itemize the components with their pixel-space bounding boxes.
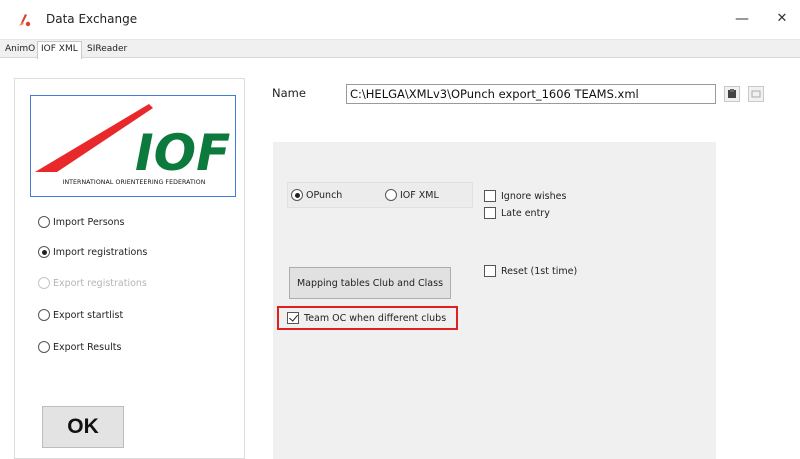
svg-text:IOF: IOF (135, 124, 230, 176)
radio-circle[interactable] (385, 189, 397, 201)
tab-strip: AnimO IOF XML SIReader (0, 40, 800, 59)
mapping-tables-button[interactable]: Mapping tables Club and Class (289, 267, 451, 299)
title-bar: Data Exchange — ✕ (0, 0, 800, 40)
radio-circle (38, 277, 50, 289)
tab-iof-xml[interactable]: IOF XML (37, 41, 82, 59)
tab-animo[interactable]: AnimO (2, 42, 38, 58)
checkbox-label: Ignore wishes (501, 190, 567, 202)
clear-icon (751, 90, 761, 98)
checkbox-reset-first-time[interactable]: Reset (1st time) (484, 265, 577, 277)
radio-circle[interactable] (38, 341, 50, 353)
checkbox-label: Reset (1st time) (501, 265, 578, 277)
radio-format-opunch[interactable]: OPunch (291, 188, 342, 202)
window-title: Data Exchange (46, 12, 138, 26)
folder-icon (728, 89, 736, 98)
radio-export-registrations: Export registrations (38, 275, 147, 291)
checkbox-ignore-wishes[interactable]: Ignore wishes (484, 190, 566, 202)
radio-circle[interactable] (291, 189, 303, 201)
checkbox-box[interactable] (484, 207, 496, 219)
radio-format-iof-xml[interactable]: IOF XML (385, 188, 439, 202)
name-label: Name (272, 86, 306, 100)
highlight-box (277, 306, 458, 330)
iof-logo-graphic: IOF (35, 104, 230, 182)
clear-button[interactable] (748, 86, 764, 102)
tab-sireader[interactable]: SIReader (84, 42, 130, 58)
radio-label: Import registrations (53, 246, 148, 258)
checkbox-box[interactable] (484, 190, 496, 202)
radio-circle[interactable] (38, 246, 50, 258)
radio-circle[interactable] (38, 216, 50, 228)
checkbox-label: Late entry (501, 207, 550, 219)
radio-export-results[interactable]: Export Results (38, 339, 121, 355)
radio-label: IOF XML (400, 189, 439, 201)
radio-circle[interactable] (38, 309, 50, 321)
minimize-button[interactable]: — (728, 8, 756, 30)
checkbox-late-entry[interactable]: Late entry (484, 207, 550, 219)
radio-label: Export registrations (53, 277, 147, 289)
radio-label: Import Persons (53, 216, 125, 228)
iof-logo: IOF INTERNATIONAL ORIENTEERING FEDERATIO… (30, 95, 236, 197)
ok-button[interactable]: OK (42, 406, 124, 448)
radio-import-persons[interactable]: Import Persons (38, 214, 124, 230)
radio-label: Export startlist (53, 309, 124, 321)
radio-export-startlist[interactable]: Export startlist (38, 307, 123, 323)
app-icon (19, 14, 31, 27)
file-name-input[interactable] (346, 84, 716, 104)
radio-label: OPunch (306, 189, 343, 201)
checkbox-box[interactable] (484, 265, 496, 277)
radio-import-registrations[interactable]: Import registrations (38, 244, 147, 260)
radio-label: Export Results (53, 341, 122, 353)
logo-caption: INTERNATIONAL ORIENTEERING FEDERATION (62, 179, 206, 186)
browse-button[interactable] (724, 86, 740, 102)
close-button[interactable]: ✕ (768, 8, 796, 30)
